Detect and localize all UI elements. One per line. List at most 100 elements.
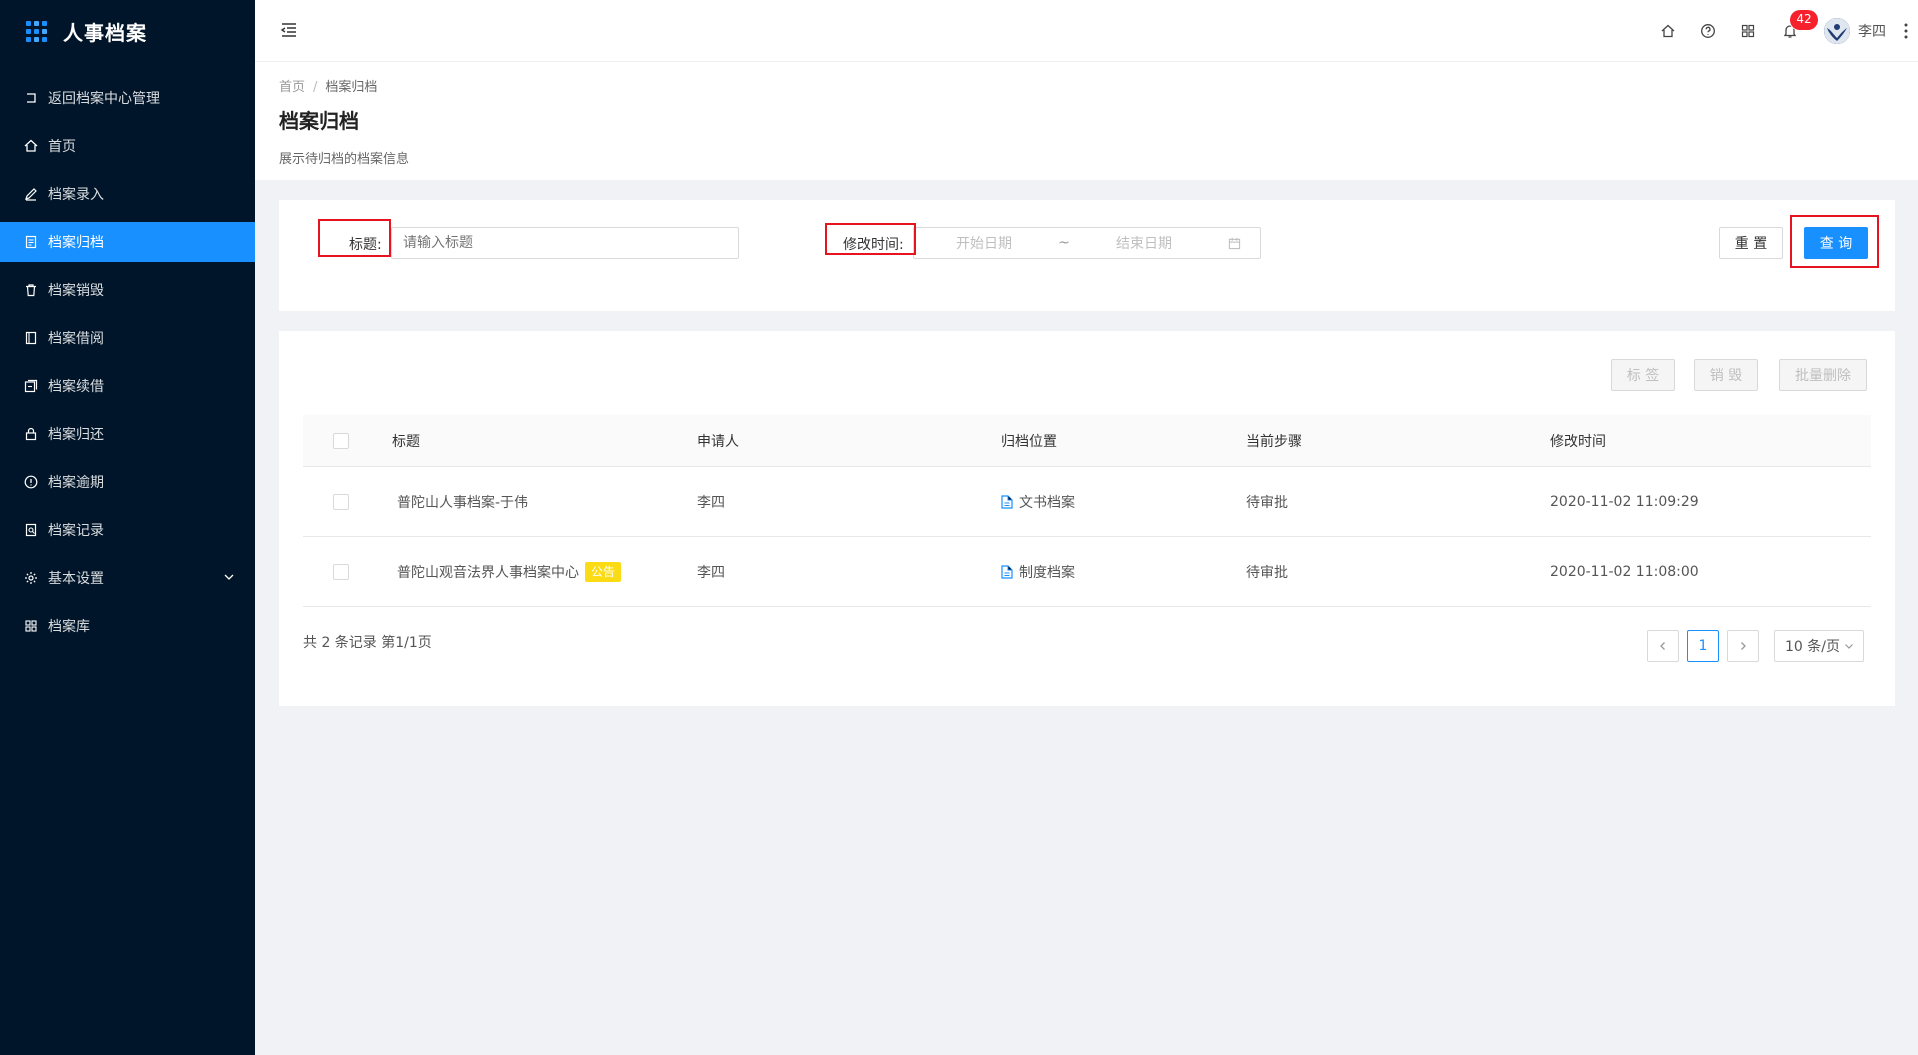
info-icon [24,475,38,489]
chevron-left-icon [1660,642,1665,650]
search-form: 标题: 修改时间: 开始日期 ~ 结束日期 重 置 查 询 [279,200,1895,311]
user-menu[interactable]: 李四 [1812,0,1894,62]
page-title: 档案归档 [279,109,359,133]
column-header-applicant[interactable]: 申请人 [697,415,739,466]
page-description: 展示待归档的档案信息 [279,152,410,167]
return-icon [24,91,38,105]
header-actions: 42 李四 [1648,0,1918,62]
sidebar-menu: 返回档案中心管理 首页 档案录入 档案归档 档案销毁 档案借阅 档案续借 档案归… [0,78,255,646]
menu-fold-icon[interactable] [279,20,299,40]
notice-tag: 公告 [585,561,622,582]
row-applicant: 李四 [697,494,725,511]
sidebar-item-renew[interactable]: 档案续借 [0,366,255,406]
sidebar-item-label: 档案归还 [48,427,104,443]
sidebar: 人事档案 返回档案中心管理 首页 档案录入 档案归档 档案销毁 档案借阅 档案续… [0,0,255,1055]
sidebar-item-return[interactable]: 返回档案中心管理 [0,78,255,118]
chevron-down-icon [1845,644,1853,649]
page-header: 首页 / 档案归档 档案归档 展示待归档的档案信息 [255,62,1918,180]
table-header: 标题 申请人 归档位置 当前步骤 修改时间 [303,415,1871,467]
reset-button[interactable]: 重 置 [1719,227,1783,259]
archive-table: 标题 申请人 归档位置 当前步骤 修改时间 普陀山人事档案-于伟 李四 文书档案… [303,415,1871,607]
row-title[interactable]: 普陀山观音法界人事档案中心 [397,562,579,582]
breadcrumb-current: 档案归档 [325,80,378,95]
row-modified: 2020-11-02 11:09:29 [1550,493,1699,510]
chevron-down-icon [223,571,235,583]
column-header-modified[interactable]: 修改时间 [1550,415,1606,466]
next-page-button[interactable] [1727,630,1759,662]
apps-grid-icon [26,20,47,42]
column-header-location[interactable]: 归档位置 [1001,415,1057,466]
sidebar-item-label: 档案续借 [48,379,104,395]
table-row[interactable]: 普陀山人事档案-于伟 李四 文书档案 待审批 2020-11-02 11:09:… [303,467,1871,537]
sidebar-item-label: 档案库 [48,619,90,635]
batch-delete-button[interactable]: 批量删除 [1779,359,1867,391]
archive-table-card: 标 签 销 毁 批量删除 标题 申请人 归档位置 当前步骤 修改时间 普陀山人事… [279,331,1895,706]
row-step: 待审批 [1246,564,1288,581]
home-icon[interactable] [1648,0,1688,62]
chevron-right-icon [1741,642,1746,650]
breadcrumb-home[interactable]: 首页 [279,80,305,95]
prev-page-button[interactable] [1647,630,1679,662]
notification-badge: 42 [1790,10,1818,30]
home-icon [24,139,38,153]
page-size-select[interactable]: 10 条/页 [1774,630,1864,662]
avatar [1824,18,1850,44]
sidebar-item-label: 档案逾期 [48,475,104,491]
record-icon [24,523,38,537]
page-size-value: 10 条/页 [1785,639,1840,655]
edit-icon [24,187,38,201]
help-icon[interactable] [1688,0,1728,62]
sidebar-item-label: 首页 [48,139,76,155]
file-icon [1001,564,1013,579]
start-date-input[interactable]: 开始日期 [914,233,1054,253]
calendar-icon [1214,237,1254,250]
row-title[interactable]: 普陀山人事档案-于伟 [397,492,528,512]
file-icon [1001,494,1013,509]
range-separator: ~ [1058,235,1070,251]
end-date-input[interactable]: 结束日期 [1074,233,1214,253]
row-checkbox[interactable] [333,563,349,580]
date-range-picker[interactable]: 开始日期 ~ 结束日期 [913,227,1261,259]
gear-icon [24,571,38,585]
apps-icon[interactable] [1728,0,1768,62]
trash-icon [24,283,38,297]
sidebar-item-label: 档案借阅 [48,331,104,347]
select-all-checkbox[interactable] [333,432,349,449]
destroy-button[interactable]: 销 毁 [1694,359,1758,391]
sidebar-item-overdue[interactable]: 档案逾期 [0,462,255,502]
sidebar-item-library[interactable]: 档案库 [0,606,255,646]
column-header-step[interactable]: 当前步骤 [1246,415,1302,466]
row-modified: 2020-11-02 11:08:00 [1550,563,1699,580]
sidebar-item-records[interactable]: 档案记录 [0,510,255,550]
table-row[interactable]: 普陀山观音法界人事档案中心 公告 李四 制度档案 待审批 2020-11-02 … [303,537,1871,607]
sidebar-item-archive[interactable]: 档案归档 [0,222,255,262]
app-logo[interactable]: 人事档案 [0,0,255,62]
highlight-box-query [1790,215,1879,268]
pagination-summary: 共 2 条记录 第1/1页 [303,635,432,651]
sidebar-item-label: 档案归档 [48,235,104,251]
sidebar-item-entry[interactable]: 档案录入 [0,174,255,214]
sidebar-item-destroy[interactable]: 档案销毁 [0,270,255,310]
book-icon [24,331,38,345]
tag-button[interactable]: 标 签 [1611,359,1675,391]
notification-bell[interactable]: 42 [1768,0,1818,62]
lock-icon [24,427,38,441]
highlight-box-title [318,219,391,257]
archive-icon [24,235,38,249]
breadcrumb-separator: / [313,80,318,95]
row-checkbox[interactable] [333,493,349,510]
row-location: 文书档案 [1019,494,1075,511]
highlight-box-time [825,223,916,255]
sidebar-item-return-archive[interactable]: 档案归还 [0,414,255,454]
page-number-button[interactable]: 1 [1687,630,1719,662]
title-search-input[interactable] [391,227,739,259]
sidebar-item-label: 档案录入 [48,187,104,203]
more-vertical-icon[interactable] [1894,0,1918,62]
sidebar-item-label: 基本设置 [48,571,104,587]
column-header-title[interactable]: 标题 [392,415,420,466]
sidebar-item-settings[interactable]: 基本设置 [0,558,255,598]
grid-icon [24,619,38,633]
sidebar-item-home[interactable]: 首页 [0,126,255,166]
top-header: 42 李四 [255,0,1918,62]
sidebar-item-borrow[interactable]: 档案借阅 [0,318,255,358]
